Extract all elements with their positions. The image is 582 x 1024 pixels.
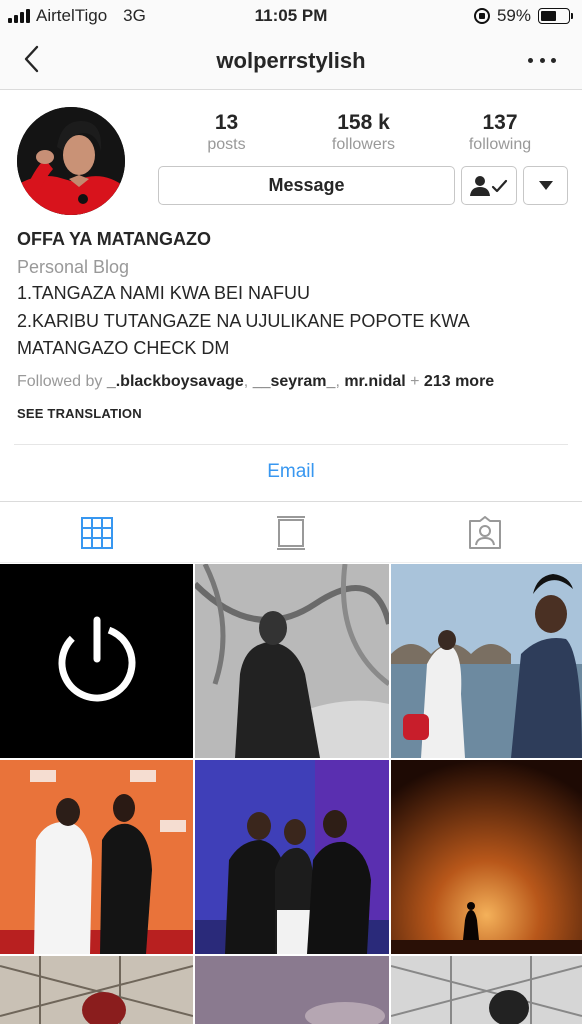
follower-link[interactable]: _.blackboysavage: [107, 373, 244, 390]
divider: [14, 444, 568, 445]
more-followers-link[interactable]: 213 more: [424, 373, 494, 390]
caret-down-icon: [538, 181, 553, 190]
see-translation-link[interactable]: SEE TRANSLATION: [17, 406, 567, 421]
nav-bar: wolperrstylish: [0, 32, 582, 90]
category-label: Personal Blog: [17, 257, 130, 277]
tab-feed[interactable]: [194, 502, 388, 563]
bio-line: 1.TANGAZA NAMI KWA BEI NAFUU: [17, 283, 311, 303]
status-bar: AirtelTigo 3G 11:05 PM 59%: [0, 0, 582, 32]
tab-grid[interactable]: [0, 502, 194, 563]
follower-link[interactable]: __seyram_: [253, 373, 336, 390]
bio-line: MATANGAZO CHECK DM: [17, 338, 230, 358]
more-horizontal-icon: [528, 57, 533, 63]
battery-percent: 59%: [496, 6, 531, 25]
post-tile[interactable]: [195, 956, 389, 1024]
post-tile[interactable]: [195, 760, 389, 954]
following-button[interactable]: [461, 166, 517, 205]
suggested-dropdown-button[interactable]: [523, 166, 568, 205]
stat-posts[interactable]: 13 posts: [158, 111, 295, 154]
message-button[interactable]: Message: [158, 166, 455, 205]
more-options-button[interactable]: [528, 46, 556, 74]
status-right: 59%: [473, 6, 573, 26]
orientation-lock-icon: [473, 8, 490, 24]
stat-value: 137: [482, 111, 518, 134]
stat-label: following: [468, 136, 532, 153]
stat-value: 158 k: [337, 111, 390, 134]
followed-by[interactable]: Followed by _.blackboysavage, __seyram_,…: [17, 371, 567, 393]
profile-bio: OFFA YA MATANGAZO Personal Blog 1.TANGAZ…: [17, 228, 567, 421]
user-check-icon: [470, 175, 508, 196]
post-tile[interactable]: [0, 564, 193, 758]
post-tile[interactable]: [0, 760, 193, 954]
post-tile[interactable]: [195, 564, 389, 758]
profile-avatar[interactable]: [17, 107, 125, 215]
stat-label: followers: [331, 136, 396, 153]
grid-icon: [81, 516, 113, 549]
feed-icon: [277, 515, 305, 550]
follower-link[interactable]: mr.nidal: [344, 373, 405, 390]
post-tile[interactable]: [391, 760, 582, 954]
post-tile[interactable]: [391, 564, 582, 758]
profile-tabs: [0, 502, 582, 563]
email-button[interactable]: Email: [0, 461, 582, 483]
post-tile[interactable]: [0, 956, 193, 1024]
stat-label: posts: [207, 136, 246, 153]
profile-username: wolperrstylish: [216, 48, 366, 73]
tagged-user-icon: [469, 515, 501, 549]
bio-line: 2.KARIBU TUTANGAZE NA UJULIKANE POPOTE K…: [17, 311, 470, 331]
profile-stats: 13 posts 158 k followers 137 following: [158, 111, 568, 154]
battery-icon: [538, 8, 573, 24]
display-name: OFFA YA MATANGAZO: [17, 229, 212, 249]
post-tile[interactable]: [391, 956, 582, 1024]
followed-by-prefix: Followed by: [17, 373, 107, 390]
divider: [0, 562, 582, 563]
stat-value: 13: [214, 111, 239, 134]
stat-followers[interactable]: 158 k followers: [295, 111, 432, 154]
stat-following[interactable]: 137 following: [432, 111, 568, 154]
tab-tagged[interactable]: [388, 502, 582, 563]
